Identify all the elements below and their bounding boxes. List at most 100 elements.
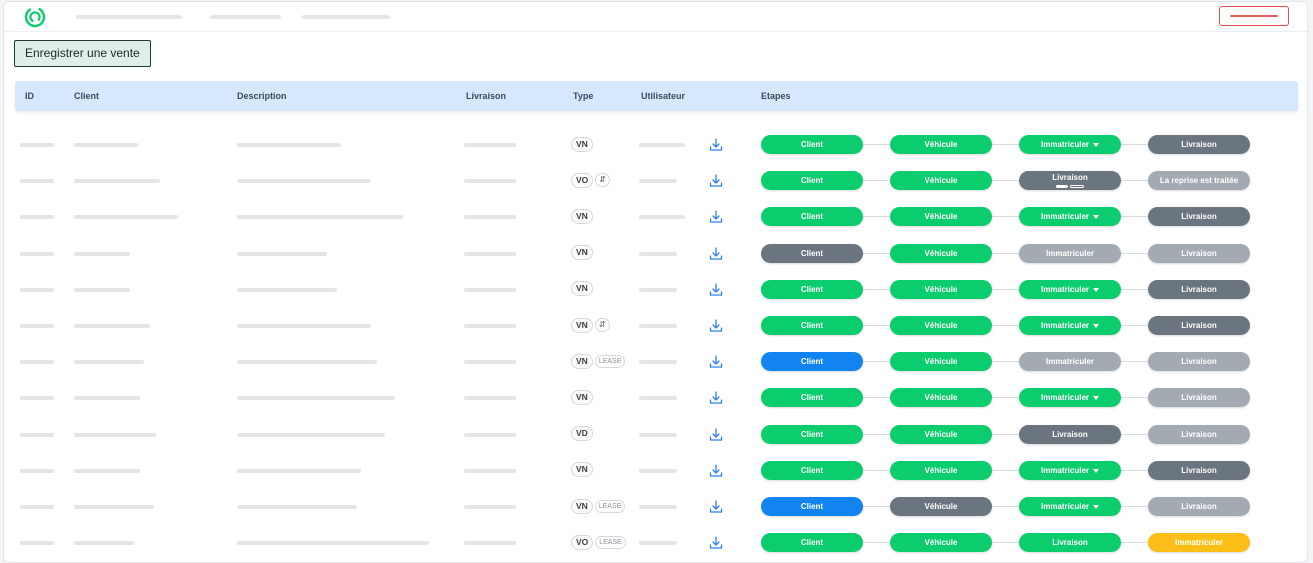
- table-row[interactable]: VO ⇵ Client Véhicule Livraison La reprise est…: [4, 163, 1307, 199]
- step-livraison[interactable]: Livraison: [1148, 497, 1250, 516]
- cell-livraison-redacted: [464, 251, 516, 256]
- step-v-hicule[interactable]: Véhicule: [890, 424, 992, 444]
- header-type[interactable]: Type: [573, 81, 593, 111]
- step-immatriculer[interactable]: Immatriculer: [1019, 352, 1121, 372]
- step-v-hicule[interactable]: Véhicule: [890, 279, 992, 299]
- step-v-hicule[interactable]: Véhicule: [890, 533, 992, 553]
- header-description[interactable]: Description: [237, 81, 287, 111]
- nav-link-1[interactable]: [76, 15, 182, 19]
- step-livraison[interactable]: Livraison: [1148, 135, 1250, 154]
- step-client[interactable]: Client: [761, 135, 863, 154]
- download-icon[interactable]: [708, 427, 724, 443]
- step-label: Véhicule: [924, 502, 958, 511]
- steps-connector: [804, 542, 1204, 544]
- step-livraison[interactable]: Livraison: [1148, 207, 1250, 227]
- cell-utilisateur-redacted: [639, 143, 685, 147]
- step-v-hicule[interactable]: Véhicule: [890, 497, 992, 516]
- step-client[interactable]: Client: [761, 243, 863, 263]
- download-icon[interactable]: [708, 318, 724, 334]
- cell-client-redacted: [74, 396, 140, 401]
- step-label: Client: [800, 284, 824, 294]
- step-client[interactable]: Client: [761, 424, 863, 444]
- table-row[interactable]: VN Client Véhicule Immatriculer Livraison: [4, 127, 1307, 163]
- step-v-hicule[interactable]: Véhicule: [890, 460, 992, 480]
- step-label: Immatriculer: [1045, 248, 1095, 258]
- step-immatriculer[interactable]: Immatriculer: [1019, 497, 1121, 516]
- cell-description-redacted: [237, 360, 377, 365]
- step-client[interactable]: Client: [761, 279, 863, 299]
- step-immatriculer[interactable]: Immatriculer: [1148, 533, 1250, 553]
- step-immatriculer[interactable]: Immatriculer: [1019, 388, 1121, 408]
- step-livraison[interactable]: Livraison: [1148, 352, 1250, 372]
- brand-logo-icon[interactable]: [24, 6, 46, 28]
- step-livraison[interactable]: Livraison: [1148, 388, 1250, 408]
- step-v-hicule[interactable]: Véhicule: [890, 135, 992, 154]
- header-livraison[interactable]: Livraison: [466, 81, 506, 111]
- step-livraison[interactable]: Livraison: [1019, 171, 1121, 191]
- table-row[interactable]: VN LEASE Client Véhicule Immatriculer Livrais…: [4, 344, 1307, 380]
- cell-utilisateur-redacted: [639, 505, 677, 509]
- table-row[interactable]: VN Client Véhicule Immatriculer Livraison: [4, 453, 1307, 489]
- step-immatriculer[interactable]: Immatriculer: [1019, 207, 1121, 227]
- step-immatriculer[interactable]: Immatriculer: [1019, 316, 1121, 335]
- step-immatriculer[interactable]: Immatriculer: [1019, 460, 1121, 480]
- step-client[interactable]: Client: [761, 316, 863, 335]
- download-icon[interactable]: [708, 282, 724, 298]
- step-client[interactable]: Client: [761, 533, 863, 553]
- download-icon[interactable]: [708, 535, 724, 551]
- download-icon[interactable]: [708, 209, 724, 225]
- vehicle-type-badge: VO: [571, 534, 594, 550]
- step-livraison[interactable]: Livraison: [1148, 424, 1250, 444]
- header-id[interactable]: ID: [25, 81, 34, 111]
- step-v-hicule[interactable]: Véhicule: [890, 243, 992, 263]
- step-client[interactable]: Client: [761, 352, 863, 372]
- step-v-hicule[interactable]: Véhicule: [890, 171, 992, 191]
- header-client[interactable]: Client: [74, 81, 99, 111]
- table-row[interactable]: VO LEASE Client Véhicule Livraison Immatricul…: [4, 525, 1307, 561]
- download-icon[interactable]: [708, 173, 724, 189]
- step-livraison[interactable]: Livraison: [1148, 279, 1250, 299]
- step-label: Livraison: [1181, 140, 1217, 149]
- nav-link-3[interactable]: [302, 15, 390, 19]
- step-client[interactable]: Client: [761, 460, 863, 480]
- logout-button[interactable]: [1219, 6, 1289, 26]
- cell-type: VN: [571, 208, 593, 224]
- step-v-hicule[interactable]: Véhicule: [890, 316, 992, 335]
- download-icon[interactable]: [708, 354, 724, 370]
- table-row[interactable]: VN Client Véhicule Immatriculer Livraison: [4, 236, 1307, 272]
- table-row[interactable]: VN Client Véhicule Immatriculer Livraison: [4, 380, 1307, 416]
- step-client[interactable]: Client: [761, 207, 863, 227]
- table-row[interactable]: VN Client Véhicule Immatriculer Livraison: [4, 199, 1307, 235]
- download-icon[interactable]: [708, 499, 724, 515]
- table-row[interactable]: VN LEASE Client Véhicule Immatriculer Livrais…: [4, 489, 1307, 525]
- nav-link-2[interactable]: [210, 15, 281, 19]
- step-client[interactable]: Client: [761, 171, 863, 191]
- step-label: Immatriculer: [1045, 357, 1095, 367]
- step-client[interactable]: Client: [761, 497, 863, 516]
- table-row[interactable]: VN Client Véhicule Immatriculer Livraison: [4, 272, 1307, 308]
- step-immatriculer[interactable]: Immatriculer: [1019, 135, 1121, 154]
- step-v-hicule[interactable]: Véhicule: [890, 388, 992, 408]
- step-immatriculer[interactable]: Immatriculer: [1019, 279, 1121, 299]
- download-icon[interactable]: [708, 390, 724, 406]
- step-la-reprise-est-trait-e[interactable]: La reprise est traitée: [1148, 171, 1250, 191]
- step-livraison[interactable]: Livraison: [1019, 424, 1121, 444]
- download-icon[interactable]: [708, 137, 724, 153]
- download-icon[interactable]: [708, 246, 724, 262]
- step-v-hicule[interactable]: Véhicule: [890, 207, 992, 227]
- step-v-hicule[interactable]: Véhicule: [890, 352, 992, 372]
- download-icon[interactable]: [708, 463, 724, 479]
- step-livraison[interactable]: Livraison: [1148, 316, 1250, 335]
- table-row[interactable]: VD Client Véhicule Livraison Livraison: [4, 417, 1307, 453]
- step-livraison[interactable]: Livraison: [1019, 533, 1121, 553]
- step-livraison[interactable]: Livraison: [1148, 460, 1250, 480]
- header-etapes[interactable]: Etapes: [761, 81, 791, 111]
- table-row[interactable]: VN ⇵ Client Véhicule Immatriculer Livraison: [4, 308, 1307, 344]
- record-sale-button[interactable]: Enregistrer une vente: [14, 40, 151, 67]
- step-immatriculer[interactable]: Immatriculer: [1019, 243, 1121, 263]
- cell-livraison-redacted: [464, 541, 516, 546]
- step-livraison[interactable]: Livraison: [1148, 243, 1250, 263]
- cell-livraison-redacted: [464, 396, 516, 401]
- step-client[interactable]: Client: [761, 388, 863, 408]
- header-utilisateur[interactable]: Utilisateur: [641, 81, 685, 111]
